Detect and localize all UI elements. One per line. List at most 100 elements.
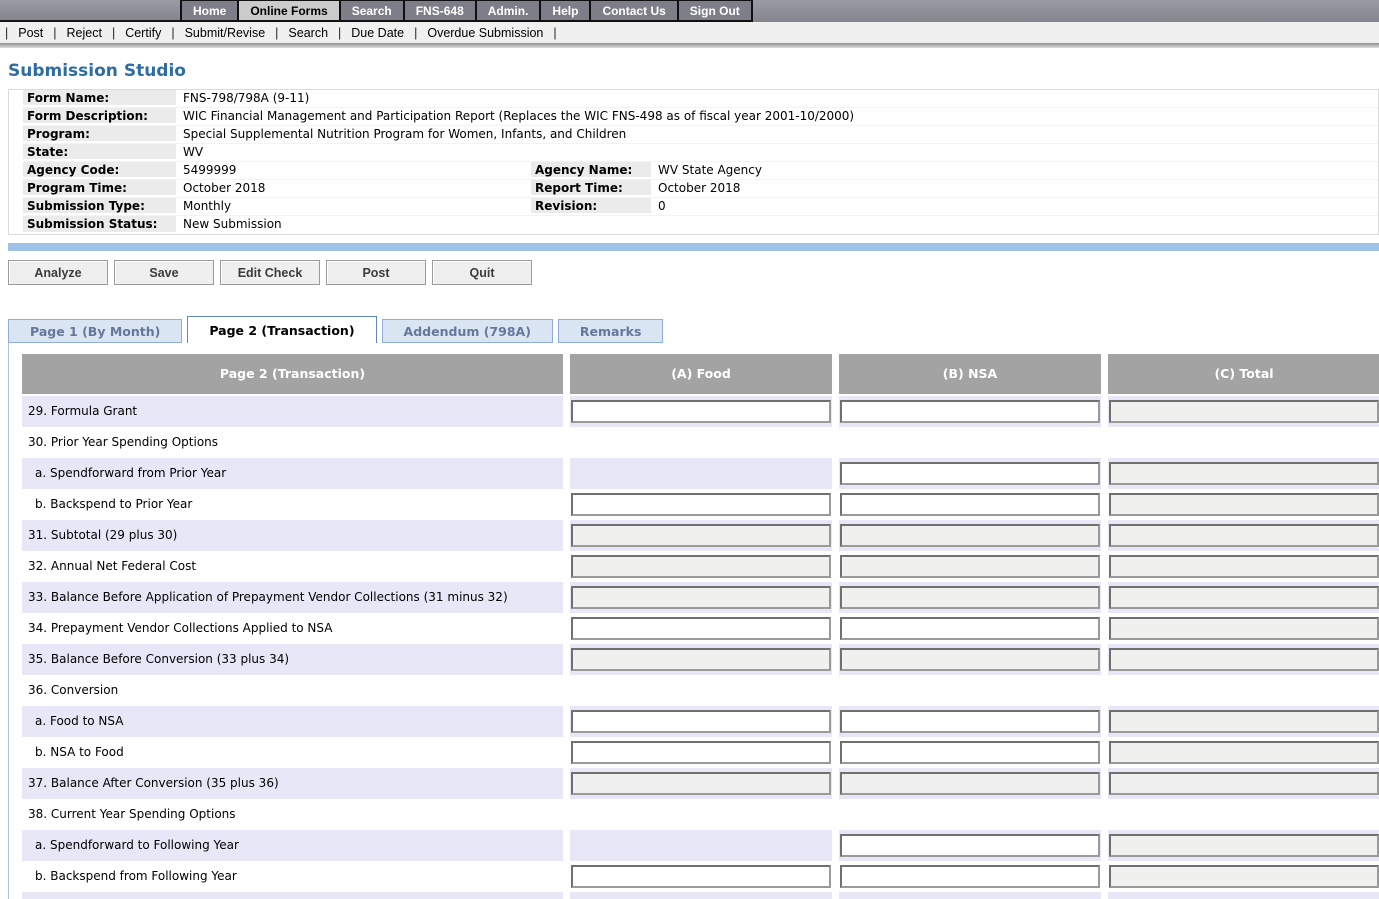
cell-total (1108, 768, 1379, 799)
cell-nsa (839, 861, 1101, 892)
b-backspend-to-prior-year-food-input[interactable] (571, 493, 831, 516)
34-prepayment-vendor-collections-applied-to-nsa-nsa-input[interactable] (840, 617, 1100, 640)
nav-admin[interactable]: Admin. (477, 1, 540, 20)
save-button[interactable]: Save (114, 260, 214, 285)
b-backspend-from-following-year-nsa-input[interactable] (840, 865, 1100, 888)
program-label: Program: (23, 126, 176, 143)
form-info-row: Form Name: FNS-798/798A (9-11) (23, 90, 1378, 108)
cell-food (570, 396, 832, 427)
cell-total (1108, 675, 1379, 706)
program-time-label: Program Time: (23, 180, 176, 197)
cell-food (570, 551, 832, 582)
agency-name-label: Agency Name: (531, 162, 651, 179)
32-annual-net-federal-cost-total-input (1109, 555, 1379, 578)
cell-total (1108, 799, 1379, 830)
quit-button[interactable]: Quit (432, 260, 532, 285)
nav-fns-648[interactable]: FNS-648 (405, 1, 475, 20)
b-nsa-to-food-food-input[interactable] (571, 741, 831, 764)
nav-sign-out[interactable]: Sign Out (679, 1, 751, 20)
edit-check-button[interactable]: Edit Check (220, 260, 320, 285)
a-food-to-nsa-food-input[interactable] (571, 710, 831, 733)
row-label: a. Food to NSA (22, 706, 563, 737)
form-name-label: Form Name: (23, 90, 176, 107)
cell-total (1108, 861, 1379, 892)
35-balance-before-conversion-33-plus-34-total-input (1109, 648, 1379, 671)
table-header-label: Page 2 (Transaction) (22, 354, 563, 394)
a-spendforward-from-prior-year-nsa-input[interactable] (840, 462, 1100, 485)
32-annual-net-federal-cost-nsa-input (840, 555, 1100, 578)
table-row-30-prior-year-spending-options: 30. Prior Year Spending Options (22, 427, 1379, 458)
row-label: 34. Prepayment Vendor Collections Applie… (22, 613, 563, 644)
report-time-label: Report Time: (531, 180, 651, 197)
post-button[interactable]: Post (326, 260, 426, 285)
37-balance-after-conversion-35-plus-36-total-input (1109, 772, 1379, 795)
table-row-37-balance-after-conversion-35-plus-36: 37. Balance After Conversion (35 plus 36… (22, 768, 1379, 799)
table-row-33-balance-before-application-of-prepayment-vendor-collections-31-minus-32: 33. Balance Before Application of Prepay… (22, 582, 1379, 613)
29-formula-grant-food-input[interactable] (571, 400, 831, 423)
b-backspend-to-prior-year-nsa-input[interactable] (840, 493, 1100, 516)
analyze-button[interactable]: Analyze (8, 260, 108, 285)
b-backspend-from-following-year-food-input[interactable] (571, 865, 831, 888)
nav-help[interactable]: Help (541, 1, 589, 20)
nav-online-forms[interactable]: Online Forms (239, 1, 338, 20)
table-row-38-current-year-spending-options: 38. Current Year Spending Options (22, 799, 1379, 830)
form-info-row: Submission Status: New Submission (23, 216, 1378, 234)
state-value: WV (176, 144, 1378, 161)
b-nsa-to-food-total-input (1109, 741, 1379, 764)
row-label: a. Spendforward to Following Year (22, 830, 563, 861)
menu-submit-revise[interactable]: Submit/Revise (175, 26, 276, 40)
row-label: 30. Prior Year Spending Options (22, 427, 563, 458)
a-food-to-nsa-nsa-input[interactable] (840, 710, 1100, 733)
submission-type-value: Monthly (176, 198, 531, 215)
table-header-food: (A) Food (570, 354, 832, 394)
table-row-35-balance-before-conversion-33-plus-34: 35. Balance Before Conversion (33 plus 3… (22, 644, 1379, 675)
table-row-b-backspend-to-prior-year: b. Backspend to Prior Year (22, 489, 1379, 520)
nav-left-spacer (0, 0, 180, 22)
34-prepayment-vendor-collections-applied-to-nsa-total-input (1109, 617, 1379, 640)
cell-total (1108, 551, 1379, 582)
menu-reject[interactable]: Reject (57, 26, 112, 40)
nav-search[interactable]: Search (341, 1, 403, 20)
form-info-row: State: WV (23, 144, 1378, 162)
b-nsa-to-food-nsa-input[interactable] (840, 741, 1100, 764)
agency-code-label: Agency Code: (23, 162, 176, 179)
program-time-value: October 2018 (176, 180, 531, 197)
table-row-a-spendforward-to-following-year: a. Spendforward to Following Year (22, 830, 1379, 861)
form-info-row: Submission Type: Monthly Revision: 0 (23, 198, 1378, 216)
menu-due-date[interactable]: Due Date (341, 26, 414, 40)
32-annual-net-federal-cost-food-input (571, 555, 831, 578)
cell-nsa (839, 427, 1101, 458)
cell-nsa (839, 396, 1101, 427)
tab-page-1-by-month[interactable]: Page 1 (By Month) (8, 319, 182, 343)
table-row-32-annual-net-federal-cost: 32. Annual Net Federal Cost (22, 551, 1379, 582)
form-info-table: Form Name: FNS-798/798A (9-11) Form Desc… (8, 89, 1379, 235)
tab-addendum-798a[interactable]: Addendum (798A) (382, 319, 553, 343)
cell-total (1108, 613, 1379, 644)
29-formula-grant-nsa-input[interactable] (840, 400, 1100, 423)
nav-home[interactable]: Home (182, 1, 237, 20)
a-spendforward-to-following-year-nsa-input[interactable] (840, 834, 1100, 857)
table-row-36-conversion: 36. Conversion (22, 675, 1379, 706)
cell-nsa (839, 644, 1101, 675)
menu-post[interactable]: Post (8, 26, 53, 40)
nav-contact-us[interactable]: Contact Us (591, 1, 676, 20)
cell-total (1108, 520, 1379, 551)
cell-nsa (839, 830, 1101, 861)
menu-search[interactable]: Search (278, 26, 338, 40)
34-prepayment-vendor-collections-applied-to-nsa-food-input[interactable] (571, 617, 831, 640)
cell-food (570, 706, 832, 737)
transaction-table: Page 2 (Transaction) (A) Food (B) NSA (C… (22, 354, 1379, 899)
cell-total (1108, 737, 1379, 768)
cell-nsa (839, 551, 1101, 582)
menu-overdue-submission[interactable]: Overdue Submission (417, 26, 553, 40)
37-balance-after-conversion-35-plus-36-nsa-input (840, 772, 1100, 795)
menu-separator: | (553, 26, 556, 40)
toolbar: AnalyzeSaveEdit CheckPostQuit (8, 260, 1379, 285)
row-label: 35. Balance Before Conversion (33 plus 3… (22, 644, 563, 675)
tab-page-2-transaction[interactable]: Page 2 (Transaction) (187, 316, 376, 343)
tab-remarks[interactable]: Remarks (558, 319, 663, 343)
table-row-34-prepayment-vendor-collections-applied-to-nsa: 34. Prepayment Vendor Collections Applie… (22, 613, 1379, 644)
menu-certify[interactable]: Certify (115, 26, 171, 40)
top-nav: HomeOnline FormsSearchFNS-648Admin.HelpC… (0, 0, 1379, 22)
row-label: b. NSA to Food (22, 737, 563, 768)
